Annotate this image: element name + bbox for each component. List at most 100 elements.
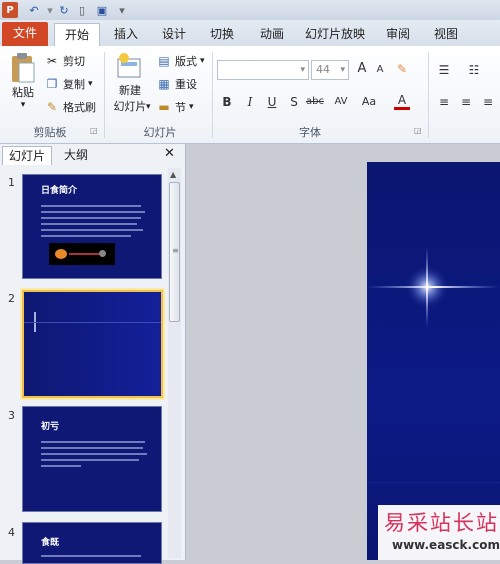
font-size-dropdown-icon[interactable]: ▾: [340, 61, 345, 79]
separator: [104, 52, 105, 138]
layout-dropdown-icon[interactable]: ▾: [200, 56, 205, 66]
underline-button[interactable]: U: [264, 94, 280, 110]
slide-number: 4: [8, 526, 15, 539]
eclipse-image: [49, 243, 115, 265]
layout-button[interactable]: ▤ 版式 ▾: [156, 52, 205, 70]
copy-label: 复制: [63, 78, 85, 91]
copy-button[interactable]: ❐ 复制 ▾: [44, 75, 93, 93]
slides-panel: 幻灯片 大纲 ✕ 1 日食简介 2 3 初亏 4 食既 ▲ ≡: [0, 144, 186, 564]
tab-animations[interactable]: 动画: [252, 23, 292, 46]
paste-dropdown-icon[interactable]: ▾: [21, 100, 26, 110]
light-ray: [69, 253, 99, 255]
font-name-combo[interactable]: ▾: [217, 60, 309, 80]
format-painter-button[interactable]: ✎ 格式刷: [44, 98, 96, 116]
ribbon: 粘贴 ▾ ✂ 剪切 ❐ 复制 ▾ ✎ 格式刷 剪贴板 ◲ 新建 幻灯片 ▾ ▤ 版式 ▾ ▦…: [0, 46, 500, 144]
copy-dropdown-icon[interactable]: ▾: [88, 79, 93, 89]
text-line: [41, 459, 139, 461]
clipboard-launcher-icon[interactable]: ◲: [90, 126, 98, 135]
font-launcher-icon[interactable]: ◲: [414, 126, 422, 135]
section-dropdown-icon[interactable]: ▾: [189, 102, 194, 112]
shrink-font-button[interactable]: A: [372, 62, 388, 78]
customize-toolbar-icon[interactable]: ▾: [114, 2, 130, 18]
tab-view[interactable]: 视图: [426, 23, 466, 46]
new-slide-dropdown-icon[interactable]: ▾: [146, 102, 151, 112]
slides-group-label: 幻灯片: [143, 126, 177, 139]
undo-icon[interactable]: ↶: [26, 2, 42, 18]
text-line: [41, 229, 143, 231]
slide-thumbnail-2[interactable]: [22, 290, 163, 398]
new-file-icon[interactable]: ▯: [74, 2, 90, 18]
tab-file[interactable]: 文件: [2, 22, 48, 46]
tab-slideshow[interactable]: 幻灯片放映: [300, 23, 370, 46]
reset-button[interactable]: ▦ 重设: [156, 75, 197, 93]
clipboard-group-label: 剪贴板: [33, 126, 67, 139]
copy-icon: ❐: [46, 77, 58, 91]
slide-number: 2: [8, 292, 15, 305]
font-group-label: 字体: [299, 126, 321, 139]
save-icon[interactable]: ▣: [94, 2, 110, 18]
font-color-button[interactable]: A: [394, 94, 410, 110]
layout-label: 版式: [175, 55, 197, 68]
slide-number: 3: [8, 409, 15, 422]
numbering-icon[interactable]: ☷: [466, 62, 482, 78]
text-line: [41, 555, 141, 557]
char-spacing-button[interactable]: AV: [330, 94, 352, 110]
tab-home[interactable]: 开始: [54, 23, 100, 47]
scroll-up-icon[interactable]: ▲: [170, 170, 176, 179]
slide-thumbnail-3[interactable]: 初亏: [22, 406, 162, 512]
tab-outline[interactable]: 大纲: [56, 146, 96, 164]
slide-thumbnail-1[interactable]: 日食简介: [22, 174, 162, 279]
section-button[interactable]: ▬ 节 ▾: [156, 98, 194, 116]
cut-button[interactable]: ✂ 剪切: [44, 52, 85, 70]
tab-insert[interactable]: 插入: [106, 23, 146, 46]
grow-font-button[interactable]: A: [354, 61, 370, 77]
text-line: [41, 211, 145, 213]
text-line: [41, 447, 143, 449]
scissors-icon: ✂: [46, 54, 58, 68]
italic-button[interactable]: I: [242, 94, 258, 110]
tab-transitions[interactable]: 切换: [202, 23, 242, 46]
tab-review[interactable]: 审阅: [378, 23, 418, 46]
watermark: 易采站长站 www.easck.com: [378, 505, 500, 560]
align-right-icon[interactable]: ≡: [480, 94, 496, 110]
align-left-icon[interactable]: ≡: [436, 94, 452, 110]
change-case-button[interactable]: Aa: [358, 94, 380, 110]
tab-design[interactable]: 设计: [154, 23, 194, 46]
text-line: [41, 453, 147, 455]
watermark-title: 易采站长站: [384, 511, 499, 535]
bullets-icon[interactable]: ☰: [436, 62, 452, 78]
layout-icon: ▤: [158, 54, 170, 68]
bold-button[interactable]: B: [219, 94, 235, 110]
slide-thumbnail-4[interactable]: 食既: [22, 522, 162, 564]
text-line: [41, 235, 131, 237]
tab-slides[interactable]: 幻灯片: [2, 146, 52, 165]
separator: [428, 52, 429, 138]
strikethrough-button[interactable]: abc: [304, 94, 326, 110]
paste-button[interactable]: 粘贴 ▾: [6, 52, 40, 110]
clear-format-icon[interactable]: ✎: [394, 61, 410, 77]
scrollbar-thumb[interactable]: ≡: [169, 182, 180, 322]
font-name-dropdown-icon[interactable]: ▾: [300, 61, 305, 79]
shadow-button[interactable]: S: [286, 94, 302, 110]
text-line: [41, 465, 81, 467]
paste-label: 粘贴: [12, 86, 34, 99]
close-panel-icon[interactable]: ✕: [164, 146, 175, 161]
cut-label: 剪切: [63, 55, 85, 68]
new-slide-icon: [117, 53, 141, 78]
section-icon: ▬: [158, 100, 170, 114]
font-size-combo[interactable]: 44 ▾: [311, 60, 349, 80]
reset-label: 重设: [175, 78, 197, 91]
format-painter-icon: ✎: [46, 100, 58, 114]
grip-icon: ≡: [172, 246, 179, 255]
watermark-url: www.easck.com: [392, 538, 500, 552]
starburst-graphic: [367, 247, 500, 483]
redo-icon[interactable]: ↻: [56, 2, 72, 18]
separator: [212, 52, 213, 138]
panel-scrollbar[interactable]: ▲ ≡: [168, 168, 181, 558]
text-line: [41, 217, 141, 219]
current-slide[interactable]: [367, 162, 500, 560]
slide-title: 食既: [41, 538, 60, 548]
new-slide-label: 新建: [119, 84, 141, 97]
align-center-icon[interactable]: ≡: [458, 94, 474, 110]
title-bar: P ↶ ▾ ↻ ▯ ▣ ▾: [0, 0, 500, 20]
